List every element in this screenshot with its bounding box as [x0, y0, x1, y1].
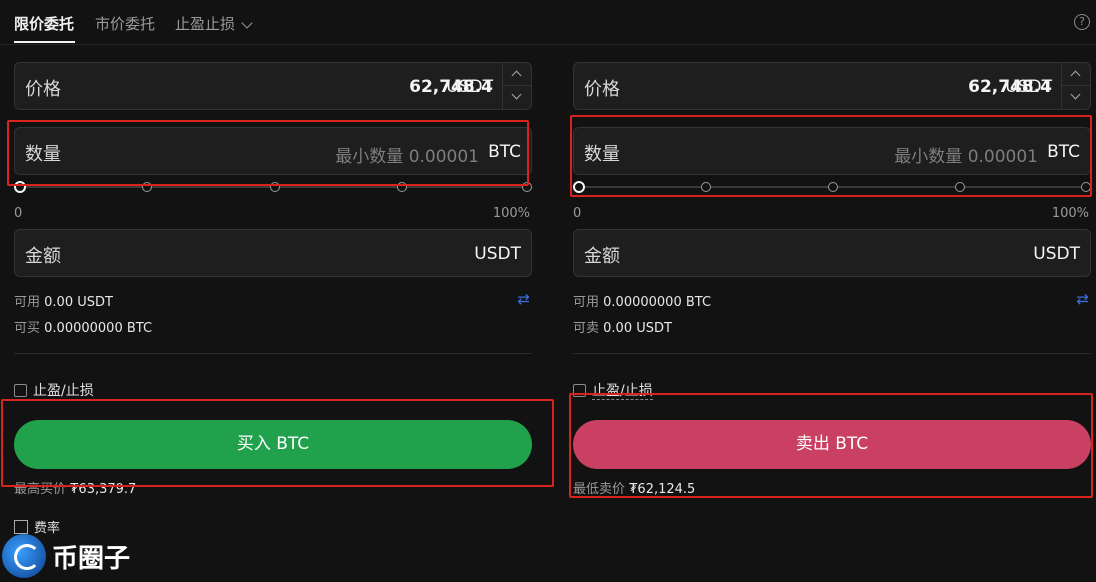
fee-rate-label: 费率: [34, 521, 61, 536]
highlight-box-buy-quantity: [7, 120, 529, 186]
sell-amount-field[interactable]: 金额 USDT: [573, 229, 1091, 277]
sell-max-sell-label: 可卖: [573, 321, 600, 336]
sell-available-value: 0.00000000 BTC: [603, 295, 712, 310]
sell-available: 可用 0.00000000 BTC: [573, 291, 711, 310]
sell-amount-unit: USDT: [1033, 244, 1080, 264]
sell-price-unit: USDT: [1005, 77, 1052, 97]
sell-max-sell: 可卖 0.00 USDT: [573, 317, 672, 336]
highlight-box-sell-quantity: [570, 115, 1092, 197]
buy-max-buy: 可买 0.00000000 BTC: [14, 317, 152, 336]
buy-available-value: 0.00 USDT: [44, 295, 113, 310]
buy-price-unit: USDT: [446, 77, 493, 97]
buy-price-field[interactable]: 价格 62,748.4 USDT: [14, 62, 532, 110]
buy-price-increase-button[interactable]: [503, 63, 531, 86]
sell-price-field[interactable]: 价格 62,748.4 USDT: [573, 62, 1091, 110]
slider-min-label: 0: [14, 206, 23, 221]
divider: [573, 353, 1091, 354]
chevron-up-icon: [1070, 70, 1081, 81]
chevron-down-icon: [511, 89, 522, 100]
slider-min-label: 0: [573, 206, 582, 221]
buy-amount-field[interactable]: 金额 USDT: [14, 229, 532, 277]
buy-price-decrease-button[interactable]: [503, 86, 531, 109]
buy-price-label: 价格: [25, 79, 61, 100]
highlight-box-sell-button: [569, 393, 1093, 498]
buy-price-stepper: [502, 63, 531, 109]
watermark-text: 币圈子: [52, 544, 131, 574]
chevron-up-icon: [511, 70, 522, 81]
slider-max-label: 100%: [492, 206, 530, 221]
buy-available: 可用 0.00 USDT: [14, 291, 113, 310]
sell-price-increase-button[interactable]: [1062, 63, 1090, 86]
buy-available-label: 可用: [14, 295, 41, 310]
sell-price-decrease-button[interactable]: [1062, 86, 1090, 109]
sell-price-stepper: [1061, 63, 1090, 109]
sell-available-label: 可用: [573, 295, 600, 310]
buy-max-buy-value: 0.00000000 BTC: [44, 321, 153, 336]
slider-max-label: 100%: [1051, 206, 1089, 221]
sell-price-label: 价格: [584, 79, 620, 100]
checkbox-icon: [14, 384, 27, 397]
swap-icon[interactable]: ⇄: [1076, 290, 1089, 308]
sell-amount-label: 金额: [584, 246, 620, 267]
buy-tpsl-label: 止盈/止损: [33, 383, 94, 399]
divider: [14, 353, 532, 354]
buy-amount-label: 金额: [25, 246, 61, 267]
buy-panel: 价格 62,748.4 USDT 数量 最小数量 0.00001 BTC 0 1…: [14, 0, 534, 582]
buy-tpsl-checkbox[interactable]: 止盈/止损: [14, 380, 94, 400]
highlight-box-buy-button: [1, 399, 554, 487]
buy-max-buy-label: 可买: [14, 321, 41, 336]
swap-icon[interactable]: ⇄: [517, 290, 530, 308]
logo-icon: [2, 534, 46, 578]
buy-amount-unit: USDT: [474, 244, 521, 264]
chevron-down-icon: [1070, 89, 1081, 100]
sell-max-sell-value: 0.00 USDT: [603, 321, 672, 336]
fee-icon: [14, 520, 28, 534]
